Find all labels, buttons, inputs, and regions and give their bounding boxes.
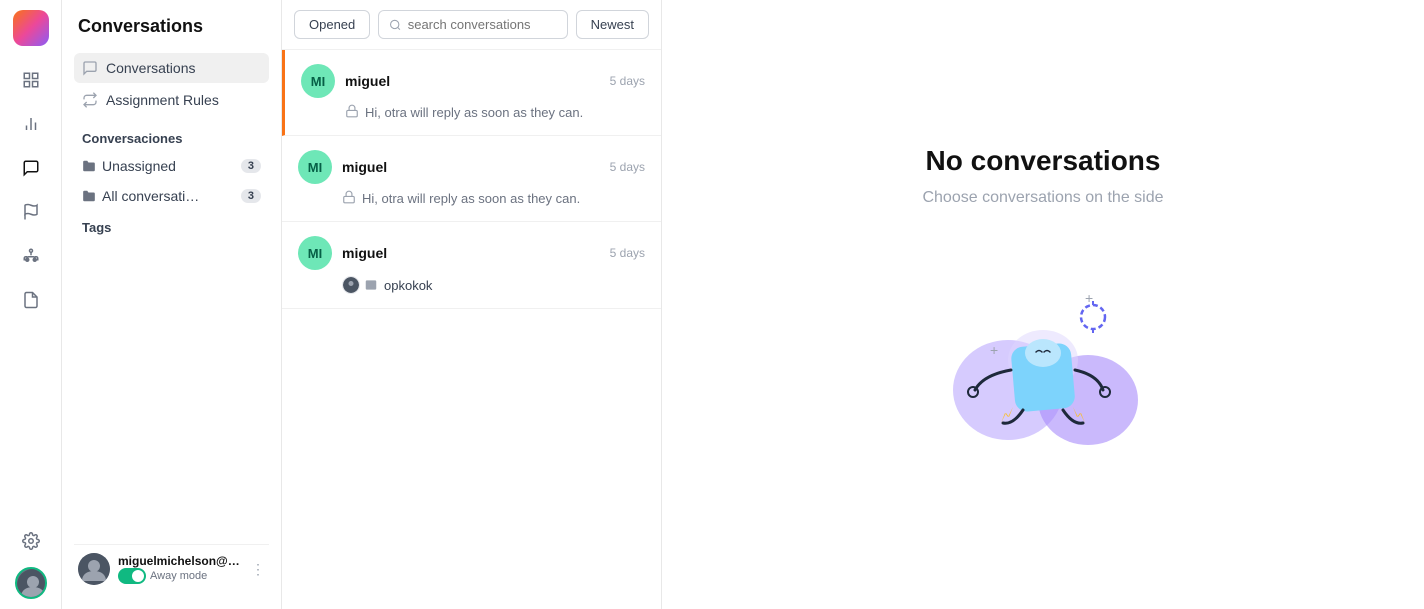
sidebar-section-conversaciones: Conversaciones xyxy=(74,121,269,152)
sort-button[interactable]: Newest xyxy=(576,10,649,39)
conv-preview-label-2: opkokok xyxy=(384,278,432,293)
conv-preview-2: opkokok xyxy=(298,276,645,294)
conv-time-2: 5 days xyxy=(610,246,645,260)
conv-item-header-0: MI miguel 5 days xyxy=(301,64,645,98)
sidebar-folder-all-conversations[interactable]: All conversati… 3 xyxy=(74,182,269,210)
user-footer: miguelmichelson@g… Away mode ⋮ xyxy=(74,544,269,593)
conv-name-2: miguel xyxy=(342,245,600,261)
svg-text:+: + xyxy=(1085,290,1093,306)
conv-avatar-2: MI xyxy=(298,236,332,270)
search-input[interactable] xyxy=(408,17,557,32)
user-icon-small[interactable] xyxy=(15,567,47,599)
conv-avatar-0: MI xyxy=(301,64,335,98)
sidebar-tags-section: Tags xyxy=(74,212,269,243)
search-box xyxy=(378,10,567,39)
conv-item-header-2: MI miguel 5 days xyxy=(298,236,645,270)
illustration-svg: + + xyxy=(933,245,1153,465)
empty-state-illustration: + + xyxy=(933,245,1153,465)
sidebar-folder-unassigned[interactable]: Unassigned 3 xyxy=(74,152,269,180)
sidebar-all-conversations-badge: 3 xyxy=(241,189,261,203)
conversation-list-panel: Opened Newest MI miguel 5 days Hi, otra … xyxy=(282,0,662,609)
sidebar: Conversations Conversations Assignment R… xyxy=(62,0,282,609)
nav-icon-reports[interactable] xyxy=(13,62,49,98)
conv-avatar-initials-1: MI xyxy=(308,160,322,175)
svg-text:+: + xyxy=(990,342,998,358)
nav-icon-org[interactable] xyxy=(13,238,49,274)
conv-avatar-small-2 xyxy=(342,276,378,294)
folder-icon-unassigned xyxy=(82,159,96,173)
conversation-item-0[interactable]: MI miguel 5 days Hi, otra will reply as … xyxy=(282,50,661,136)
conv-preview-icon-0 xyxy=(345,104,359,121)
conv-preview-text-0: Hi, otra will reply as soon as they can. xyxy=(365,105,583,120)
sidebar-conversations-label: Conversations xyxy=(106,60,196,76)
sidebar-assignment-rules-label: Assignment Rules xyxy=(106,92,219,108)
user-avatar[interactable] xyxy=(78,553,110,585)
no-conversations-title: No conversations xyxy=(926,145,1161,177)
conv-time-1: 5 days xyxy=(610,160,645,174)
folder-icon-all xyxy=(82,189,96,203)
search-icon xyxy=(389,18,401,32)
sidebar-unassigned-badge: 3 xyxy=(241,159,261,173)
main-content: No conversations Choose conversations on… xyxy=(662,0,1424,609)
sidebar-all-conversations-label: All conversati… xyxy=(102,188,199,204)
no-conversations-subtitle: Choose conversations on the side xyxy=(922,189,1163,207)
conv-avatar-initials-2: MI xyxy=(308,246,322,261)
chat-icon xyxy=(82,60,98,76)
nav-icon-settings[interactable] xyxy=(13,523,49,559)
conv-avatar-1: MI xyxy=(298,150,332,184)
conversation-item-2[interactable]: MI miguel 5 days opkokok xyxy=(282,222,661,309)
filter-button[interactable]: Opened xyxy=(294,10,370,39)
sidebar-item-conversations[interactable]: Conversations xyxy=(74,53,269,83)
nav-icon-bar-chart[interactable] xyxy=(13,106,49,142)
conv-item-header-1: MI miguel 5 days xyxy=(298,150,645,184)
sidebar-item-assignment-rules[interactable]: Assignment Rules xyxy=(74,85,269,115)
user-more-button[interactable]: ⋮ xyxy=(251,561,265,578)
away-mode-toggle[interactable] xyxy=(118,568,146,584)
app-logo[interactable] xyxy=(13,10,49,46)
user-name: miguelmichelson@g… xyxy=(118,554,243,568)
conv-preview-text-1: Hi, otra will reply as soon as they can. xyxy=(362,191,580,206)
conv-time-0: 5 days xyxy=(610,74,645,88)
away-mode-label: Away mode xyxy=(150,570,207,582)
nav-icon-notes[interactable] xyxy=(13,282,49,318)
conversation-item-1[interactable]: MI miguel 5 days Hi, otra will reply as … xyxy=(282,136,661,222)
sidebar-title: Conversations xyxy=(74,16,269,37)
shuffle-icon xyxy=(82,92,98,108)
conversation-toolbar: Opened Newest xyxy=(282,0,661,50)
conv-name-0: miguel xyxy=(345,73,600,89)
conversation-list: MI miguel 5 days Hi, otra will reply as … xyxy=(282,50,661,609)
conv-preview-0: Hi, otra will reply as soon as they can. xyxy=(301,104,645,121)
user-info: miguelmichelson@g… Away mode xyxy=(118,554,243,584)
conv-avatar-initials-0: MI xyxy=(311,74,325,89)
nav-icon-chat[interactable] xyxy=(13,150,49,186)
conv-preview-1: Hi, otra will reply as soon as they can. xyxy=(298,190,645,207)
sidebar-unassigned-label: Unassigned xyxy=(102,158,176,174)
nav-icon-flag[interactable] xyxy=(13,194,49,230)
conv-preview-icon-1 xyxy=(342,190,356,207)
user-status: Away mode xyxy=(118,568,243,584)
conv-name-1: miguel xyxy=(342,159,600,175)
icon-bar xyxy=(0,0,62,609)
